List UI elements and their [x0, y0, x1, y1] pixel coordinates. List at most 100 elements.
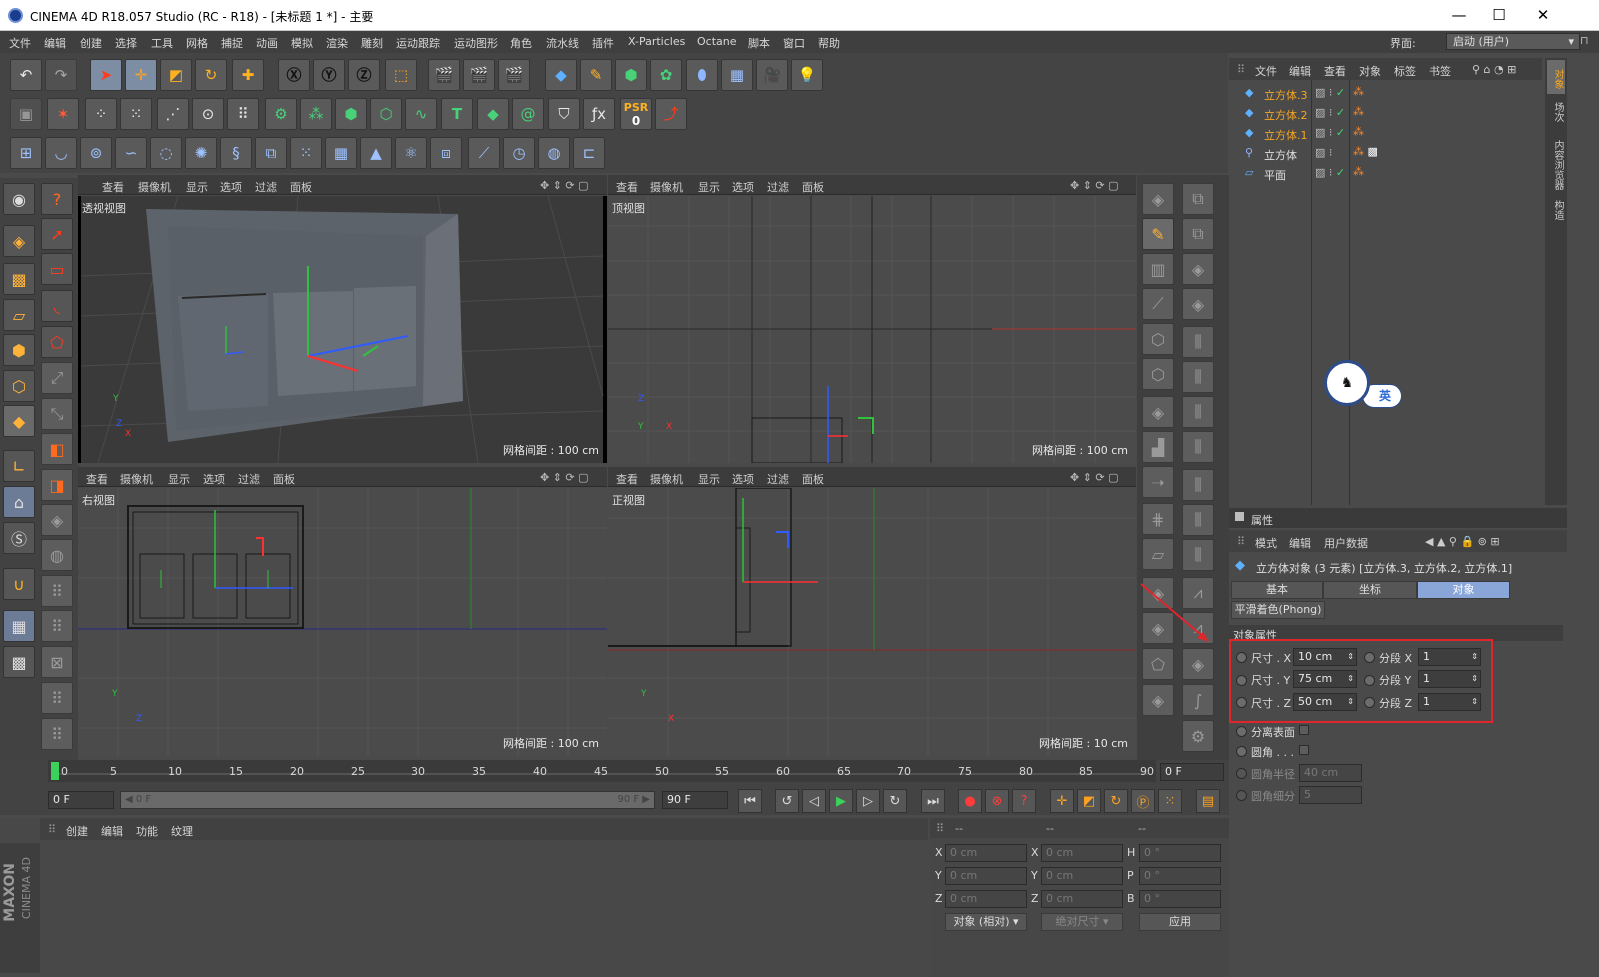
row3-tool-1-button[interactable]: ⊞: [10, 137, 42, 169]
tweak-tool-button[interactable]: ⌂: [3, 486, 35, 518]
menu-help[interactable]: 帮助: [818, 35, 840, 51]
go-to-end-button[interactable]: ⏭: [921, 789, 945, 813]
row3-tool-2-button[interactable]: ◡: [45, 137, 77, 169]
front-viewport[interactable]: Y X 正视图 网格间距 : 10 cm: [608, 488, 1136, 756]
col1-btn-1[interactable]: ◈: [1142, 183, 1174, 215]
row3-tool-14-button[interactable]: ⟋: [468, 137, 500, 169]
row3-tool-12-button[interactable]: ⚛: [395, 137, 427, 169]
col2-btn-15[interactable]: ∫: [1182, 684, 1214, 716]
vp1-menu-options[interactable]: 选项: [220, 179, 242, 195]
tag-icon[interactable]: ⁂: [1353, 105, 1364, 118]
vp2-menu-options[interactable]: 选项: [732, 179, 754, 195]
col1-btn-7[interactable]: ◈: [1142, 396, 1174, 428]
vp4-nav-icons[interactable]: ✥ ⇕ ⟳ ▢: [1070, 471, 1119, 484]
col2-btn-2[interactable]: ⧉: [1182, 218, 1214, 250]
side-tab-objects[interactable]: 对象: [1547, 60, 1565, 94]
col1-btn-2[interactable]: ✎: [1142, 218, 1174, 250]
om-menu-file[interactable]: 文件: [1255, 63, 1277, 79]
row3-tool-7-button[interactable]: §: [220, 137, 252, 169]
close-button[interactable]: ✕: [1532, 4, 1554, 26]
snap-button[interactable]: ✶: [47, 98, 79, 130]
vp2-nav-icons[interactable]: ✥ ⇕ ⟳ ▢: [1070, 179, 1119, 192]
right-viewport[interactable]: Y Z 右视图 网格间距 : 100 cm: [78, 488, 607, 756]
camera-button[interactable]: 🎥: [756, 59, 788, 91]
scale-tool-button[interactable]: ◩: [160, 59, 192, 91]
start-frame-field[interactable]: 0 F: [48, 791, 114, 809]
y-axis-button[interactable]: Ⓨ: [313, 59, 345, 91]
menu-octane[interactable]: Octane: [697, 35, 737, 48]
rot-p-field[interactable]: 0 °: [1139, 867, 1221, 885]
green-tool-4-button[interactable]: ⬡: [370, 98, 402, 130]
rect-select-button[interactable]: ▭: [41, 253, 73, 285]
end-frame-field[interactable]: 90 F: [662, 791, 728, 809]
preview-range-slider[interactable]: ◀ 0 F 90 F ▶: [120, 791, 655, 809]
tag-icon[interactable]: ⁂: [1353, 125, 1364, 138]
timeline-window-button[interactable]: ▤: [1196, 789, 1220, 813]
col2-btn-11[interactable]: ⫼: [1182, 539, 1214, 571]
object-mode-button[interactable]: ⊙: [192, 98, 224, 130]
row3-tool-3-button[interactable]: ⊚: [80, 137, 112, 169]
vp3-menu-camera[interactable]: 摄像机: [120, 471, 153, 487]
psr-button[interactable]: PSR 0: [620, 98, 652, 130]
size-x-coord-field[interactable]: 0 cm: [1041, 844, 1123, 862]
record-button[interactable]: ●: [958, 789, 982, 813]
left-tool-k-button[interactable]: ⠿: [41, 718, 73, 750]
edges-tool-button[interactable]: ⬡: [3, 370, 35, 402]
menu-script[interactable]: 脚本: [748, 35, 770, 51]
tab-phong[interactable]: 平滑着色(Phong): [1231, 601, 1325, 619]
visibility-flags-icon[interactable]: ▨ ⁝: [1315, 146, 1332, 159]
menu-mesh[interactable]: 网格: [186, 35, 208, 51]
size-z-coord-field[interactable]: 0 cm: [1041, 890, 1123, 908]
row3-tool-10-button[interactable]: ▦: [325, 137, 357, 169]
separate-surfaces-checkbox[interactable]: [1299, 725, 1309, 735]
vp1-menu-panel[interactable]: 面板: [290, 179, 312, 195]
object-row[interactable]: ▱ 平面 ▨ ⁝ ✓ ⁂: [1229, 164, 1539, 183]
vp4-menu-view[interactable]: 查看: [616, 471, 638, 487]
globe-tool-button[interactable]: ◉: [3, 183, 35, 215]
vp4-menu-filter[interactable]: 过滤: [767, 471, 789, 487]
deformer-button[interactable]: ⬮: [686, 59, 718, 91]
col1-btn-10[interactable]: ⋕: [1142, 503, 1174, 535]
row3-tool-9-button[interactable]: ⁙: [290, 137, 322, 169]
playhead[interactable]: [51, 762, 59, 780]
edges-mode-button[interactable]: ⁙: [120, 98, 152, 130]
green-tool-7-button[interactable]: @: [512, 98, 544, 130]
apply-button[interactable]: 应用: [1139, 913, 1221, 931]
make-editable-button[interactable]: ▣: [10, 98, 42, 130]
prev-key-button[interactable]: ↺: [775, 789, 799, 813]
vp1-menu-display[interactable]: 显示: [186, 179, 208, 195]
attr-menu-mode[interactable]: 模式: [1255, 535, 1277, 551]
vp4-menu-display[interactable]: 显示: [698, 471, 720, 487]
pos-x-field[interactable]: 0 cm: [945, 844, 1027, 862]
col2-btn-16[interactable]: ⚙: [1182, 720, 1214, 752]
col2-btn-1[interactable]: ⧉: [1182, 183, 1214, 215]
model-tool-button[interactable]: ◈: [3, 225, 35, 257]
visibility-flags-icon[interactable]: ▨ ⁝ ✓: [1315, 126, 1345, 139]
om-tools-icons[interactable]: ⚲ ⌂ ◔ ⊞: [1472, 63, 1516, 76]
side-tab-content-browser[interactable]: 内容浏览器: [1547, 136, 1565, 198]
col1-btn-15[interactable]: ◈: [1142, 684, 1174, 716]
row3-tool-5-button[interactable]: ◌: [150, 137, 182, 169]
fillet-radio[interactable]: [1236, 746, 1247, 757]
left-tool-g-button[interactable]: ⠿: [41, 575, 73, 607]
vp2-menu-display[interactable]: 显示: [698, 179, 720, 195]
menu-window[interactable]: 窗口: [783, 35, 805, 51]
help-tool-button[interactable]: ?: [41, 183, 73, 215]
coord-mode-dropdown[interactable]: 对象 (相对) ▾: [945, 913, 1027, 931]
col1-btn-14[interactable]: ⬠: [1142, 648, 1174, 680]
text-button[interactable]: T: [441, 98, 473, 130]
col2-btn-3[interactable]: ◈: [1182, 253, 1214, 285]
col2-btn-8[interactable]: ⫼: [1182, 431, 1214, 463]
vp2-menu-view[interactable]: 查看: [616, 179, 638, 195]
rot-b-field[interactable]: 0 °: [1139, 890, 1221, 908]
key-rotation-button[interactable]: ↻: [1104, 789, 1128, 813]
vp3-menu-view[interactable]: 查看: [86, 471, 108, 487]
col1-btn-11[interactable]: ▱: [1142, 538, 1174, 570]
render-picture-viewer-button[interactable]: 🎬: [463, 59, 495, 91]
polygons-tool-button[interactable]: ◆: [3, 405, 35, 437]
menu-plugins[interactable]: 插件: [592, 35, 614, 51]
col2-btn-4[interactable]: ◈: [1182, 288, 1214, 320]
object-row[interactable]: ◆ 立方体.2 ▨ ⁝ ✓ ⁂: [1229, 104, 1539, 123]
left-tool-a-button[interactable]: ⤢: [41, 362, 73, 394]
col1-btn-8[interactable]: ▟: [1142, 431, 1174, 463]
